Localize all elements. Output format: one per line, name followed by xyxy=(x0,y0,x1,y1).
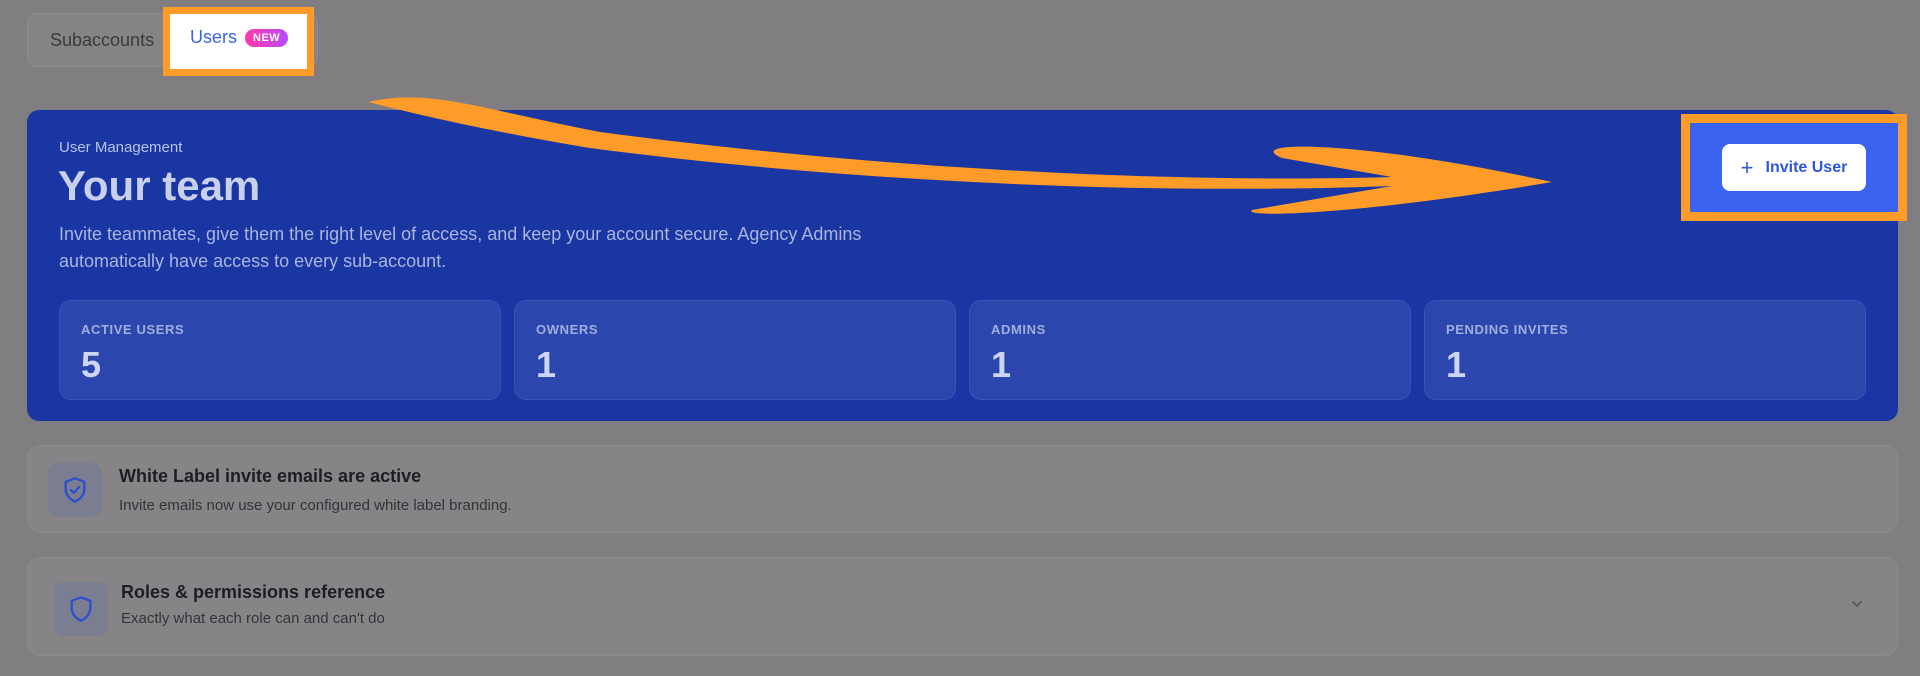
stat-label: ACTIVE USERS xyxy=(81,322,185,337)
stat-value: 1 xyxy=(1446,344,1467,385)
stat-pending-invites: PENDING INVITES 1 xyxy=(1424,300,1866,400)
stat-label: PENDING INVITES xyxy=(1446,322,1569,337)
white-label-title: White Label invite emails are active xyxy=(119,466,422,486)
roles-title: Roles & permissions reference xyxy=(121,582,386,602)
chevron-down-icon[interactable] xyxy=(1849,596,1865,617)
roles-subtitle: Exactly what each role can and can't do xyxy=(121,610,385,627)
hero-eyebrow: User Management xyxy=(59,139,183,156)
invite-user-button[interactable]: + Invite User xyxy=(1722,144,1866,191)
white-label-card: White Label invite emails are active Inv… xyxy=(27,445,1898,533)
roles-permissions-card[interactable]: Roles & permissions reference Exactly wh… xyxy=(27,557,1898,656)
stat-label: ADMINS xyxy=(991,322,1046,337)
white-label-subtitle: Invite emails now use your configured wh… xyxy=(119,497,512,514)
stat-value: 1 xyxy=(536,344,557,385)
tab-users[interactable]: Users NEW xyxy=(190,27,289,48)
page-title: Your team xyxy=(58,162,261,209)
new-badge: NEW xyxy=(245,28,289,47)
shield-icon xyxy=(54,582,108,636)
tab-users-highlight: Users NEW xyxy=(163,7,314,76)
invite-user-highlight: + Invite User xyxy=(1681,114,1907,221)
stat-label: OWNERS xyxy=(536,322,599,337)
stat-active-users: ACTIVE USERS 5 xyxy=(59,300,501,400)
tab-subaccounts[interactable]: Subaccounts xyxy=(50,14,154,66)
stat-owners: OWNERS 1 xyxy=(514,300,956,400)
shield-check-icon xyxy=(48,463,102,517)
stat-admins: ADMINS 1 xyxy=(969,300,1411,400)
team-hero-card: User Management Your team Invite teammat… xyxy=(27,110,1898,421)
hero-description: Invite teammates, give them the right le… xyxy=(59,224,862,271)
stat-value: 5 xyxy=(81,344,102,385)
plus-icon: + xyxy=(1740,154,1754,180)
tab-users-label: Users xyxy=(190,27,238,47)
stat-value: 1 xyxy=(991,344,1012,385)
invite-user-label: Invite User xyxy=(1765,158,1848,176)
